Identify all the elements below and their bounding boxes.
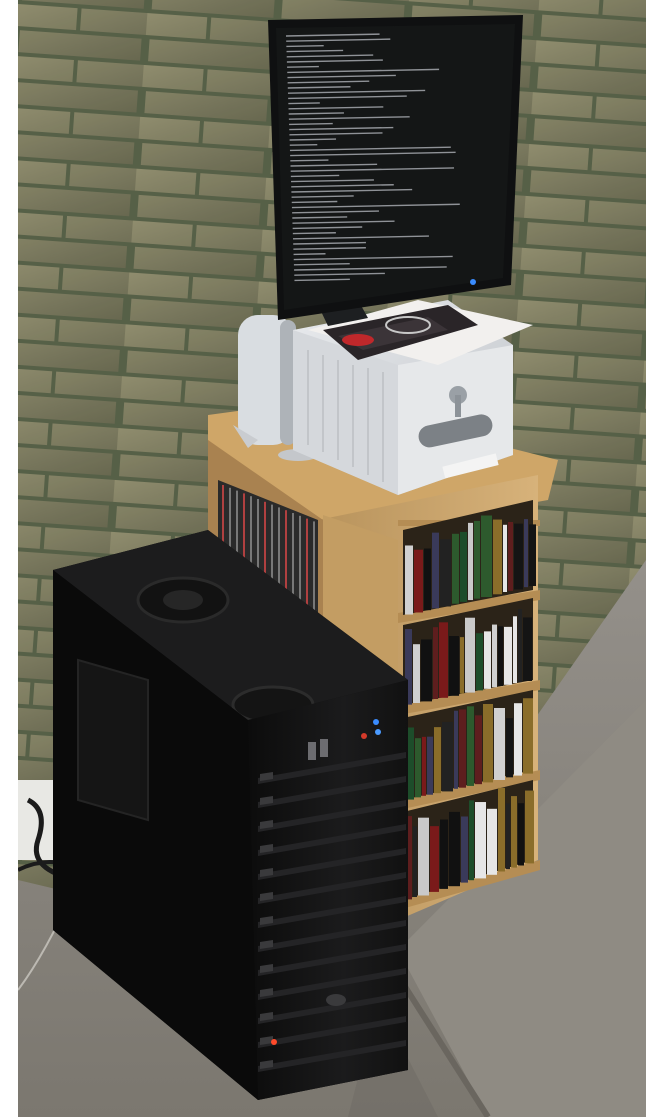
book-spine xyxy=(523,698,533,774)
book-spine xyxy=(418,817,429,896)
terminal-line xyxy=(288,102,320,105)
terminal-line xyxy=(286,44,324,48)
book-spine xyxy=(474,520,480,599)
book-spine xyxy=(460,637,464,694)
book-spine xyxy=(525,790,534,864)
book-spine xyxy=(514,703,522,776)
book-spine xyxy=(413,644,420,703)
book-spine xyxy=(439,622,448,698)
book-spine xyxy=(452,533,459,604)
book-spine xyxy=(494,707,505,780)
book-spine xyxy=(467,706,474,786)
book-spine xyxy=(484,631,491,689)
book-spine xyxy=(461,816,468,883)
terminal-line xyxy=(289,138,337,141)
book-spine xyxy=(432,532,439,609)
book-spine xyxy=(413,826,417,897)
book-spine xyxy=(518,803,524,866)
terminal-line xyxy=(289,122,333,126)
book-spine xyxy=(405,545,413,615)
book-spine xyxy=(449,636,459,696)
book-spine xyxy=(475,715,482,785)
book-spine xyxy=(518,609,522,682)
book-spine xyxy=(511,796,517,868)
book-spine xyxy=(449,811,460,887)
book-spine xyxy=(503,524,507,592)
book-spine xyxy=(440,539,451,607)
book-spine xyxy=(459,709,466,788)
book-spine xyxy=(430,826,439,892)
book-spine xyxy=(465,617,475,693)
monitor xyxy=(268,15,523,326)
book-spine xyxy=(513,616,517,683)
book-spine xyxy=(421,639,432,702)
photo-scene xyxy=(18,0,646,1117)
book-spine xyxy=(523,617,532,681)
terminal-line xyxy=(290,174,340,178)
book-spine xyxy=(424,548,431,611)
book-spine xyxy=(440,819,448,889)
book-spine xyxy=(498,787,505,872)
book-spine xyxy=(492,624,497,688)
book-spine xyxy=(433,627,438,699)
book-spine xyxy=(468,522,473,601)
book-spine xyxy=(506,803,510,870)
book-spine xyxy=(414,549,423,613)
book-spine xyxy=(442,721,453,792)
book-spine xyxy=(422,736,426,796)
book-spine xyxy=(476,633,483,691)
terminal-line xyxy=(289,143,318,146)
book-spine xyxy=(427,736,433,795)
terminal-line xyxy=(292,232,336,235)
book-spine xyxy=(529,524,536,587)
book-spine xyxy=(493,519,502,595)
book-spine xyxy=(469,800,474,881)
book-spine xyxy=(487,808,497,875)
book-spine xyxy=(415,738,421,798)
photo-canvas xyxy=(18,0,646,1117)
book-spine xyxy=(481,515,492,598)
book-spine xyxy=(475,802,486,879)
terminal-line xyxy=(293,253,326,256)
book-spine xyxy=(514,523,523,590)
book-spine xyxy=(506,718,513,778)
book-spine xyxy=(460,531,467,602)
book-spine xyxy=(508,521,513,591)
book-spine xyxy=(498,626,503,686)
terminal-line xyxy=(287,65,319,68)
book-spine xyxy=(434,727,441,794)
terminal-line xyxy=(290,159,329,162)
book-spine xyxy=(483,703,493,783)
book-spine xyxy=(524,519,528,588)
book-spine xyxy=(454,710,458,789)
terminal-line xyxy=(291,200,338,204)
book-spine xyxy=(504,626,512,685)
